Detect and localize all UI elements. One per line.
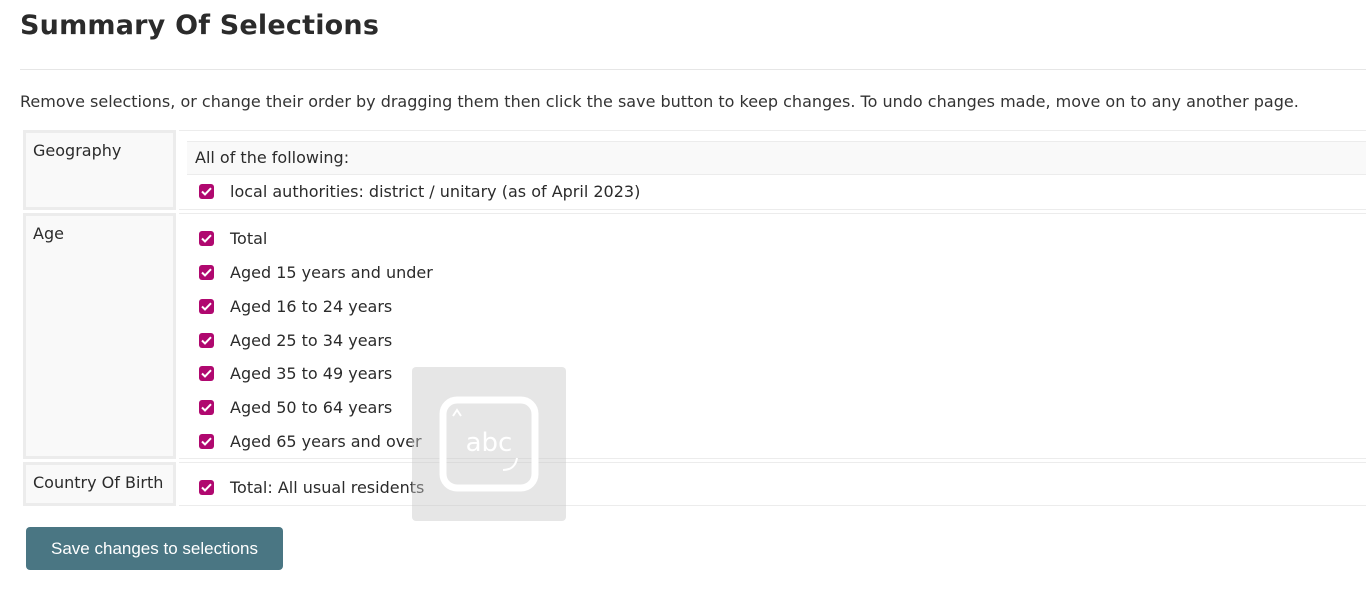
title-divider [20,69,1366,70]
selection-item-label: local authorities: district / unitary (a… [230,181,641,201]
checkbox[interactable] [199,298,214,314]
selection-item-label: Aged 25 to 34 years [230,330,393,350]
selection-item[interactable]: Aged 50 to 64 years [199,395,392,419]
selection-item[interactable]: Total [199,226,267,250]
watermark-text: abc [466,428,513,458]
page-title: Summary Of Selections [20,10,380,41]
selection-row-country-of-birth[interactable]: Country Of Birth Total: All usual reside… [23,462,1366,506]
checkbox[interactable] [199,365,214,381]
selection-item[interactable]: Aged 16 to 24 years [199,294,392,318]
checkbox[interactable] [199,264,214,280]
selection-row-age[interactable]: Age Total Aged 15 years and under Aged 1… [23,213,1366,459]
selection-item[interactable]: local authorities: district / unitary (a… [199,179,640,203]
checkmark-icon [201,403,212,412]
intro-text: Remove selections, or change their order… [20,92,1299,111]
selection-item-label: Aged 35 to 49 years [230,363,393,383]
selection-item-label: Total: All usual residents [230,477,425,497]
row-label-age: Age [23,213,176,459]
selection-item[interactable]: Aged 65 years and over [199,429,422,453]
checkbox[interactable] [199,183,214,199]
checkmark-icon [201,437,212,446]
selection-item[interactable]: Aged 15 years and under [199,260,433,284]
row-body-age: Total Aged 15 years and under Aged 16 to… [179,213,1366,459]
checkbox[interactable] [199,332,214,348]
selection-row-geography[interactable]: Geography All of the following: local au… [23,130,1366,210]
checkbox[interactable] [199,230,214,246]
selection-item[interactable]: Aged 25 to 34 years [199,328,392,352]
checkmark-icon [201,302,212,311]
selection-item-label: Aged 15 years and under [230,262,433,282]
save-changes-button[interactable]: Save changes to selections [26,527,283,570]
checkmark-icon [201,268,212,277]
row-body-country-of-birth: Total: All usual residents [179,462,1366,506]
all-of-following-header: All of the following: [187,141,1366,175]
selection-item[interactable]: Aged 35 to 49 years [199,361,392,385]
checkmark-icon [201,336,212,345]
checkmark-icon [201,369,212,378]
selection-item-label: Aged 65 years and over [230,431,422,451]
selection-item-label: Total [230,228,268,248]
checkmark-icon [201,187,212,196]
checkbox[interactable] [199,479,214,495]
selection-item-label: Aged 50 to 64 years [230,397,393,417]
summary-page: Summary Of Selections Remove selections,… [0,0,1366,593]
keyboard-abc-icon: abc [412,367,566,521]
row-label-country-of-birth: Country Of Birth [23,462,176,506]
selection-item[interactable]: Total: All usual residents [199,475,424,499]
checkbox[interactable] [199,399,214,415]
checkmark-icon [201,234,212,243]
selection-item-label: Aged 16 to 24 years [230,296,393,316]
checkbox[interactable] [199,433,214,449]
checkmark-icon [201,483,212,492]
row-body-geography: All of the following: local authorities:… [179,130,1366,210]
row-label-geography: Geography [23,130,176,210]
